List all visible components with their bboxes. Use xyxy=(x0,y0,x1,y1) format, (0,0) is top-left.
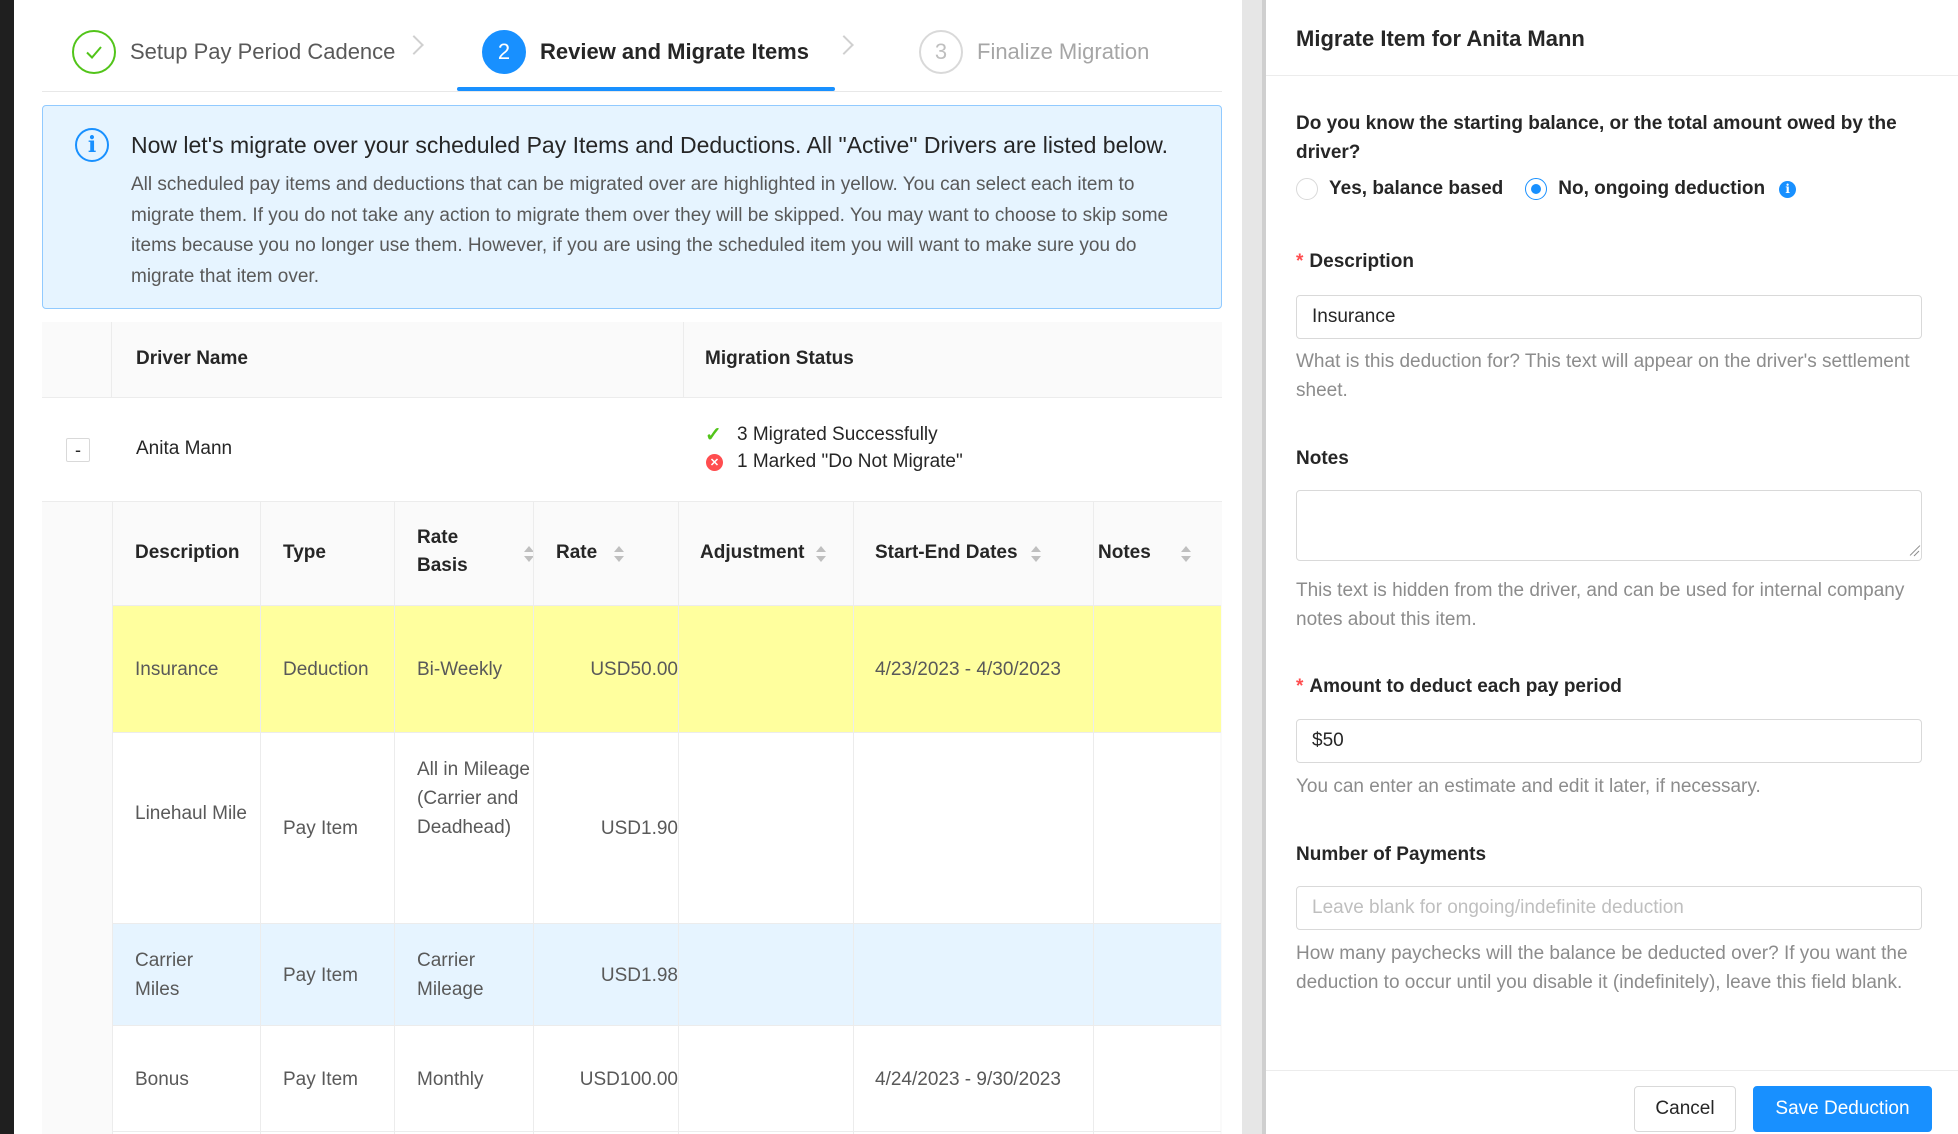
cell-rate-basis: Monthly xyxy=(417,1069,484,1090)
chevron-right-icon xyxy=(404,35,424,55)
info-circle-icon[interactable]: i xyxy=(1779,180,1797,198)
cell-rate: USD1.90 xyxy=(600,818,678,839)
alert-body: All scheduled pay items and deductions t… xyxy=(131,174,1169,287)
sort-icon[interactable] xyxy=(614,546,624,564)
step-number: 3 xyxy=(919,30,963,74)
balance-question: Do you know the starting balance, or the… xyxy=(1296,113,1897,163)
check-icon xyxy=(72,30,116,74)
driver-name: Anita Mann xyxy=(136,438,233,459)
info-circle-icon: i xyxy=(75,128,109,162)
cell-type: Pay Item xyxy=(283,965,358,986)
info-alert: i Now let's migrate over your scheduled … xyxy=(42,105,1222,309)
cell-rate: USD100.00 xyxy=(579,1069,678,1090)
description-input[interactable] xyxy=(1296,295,1922,339)
table-row[interactable]: - Anita Mann ✓ 3 Migrated Successfully ✕… xyxy=(42,398,1222,502)
payments-label: Number of Payments xyxy=(1296,844,1487,865)
resize-handle-icon[interactable] xyxy=(1908,545,1920,557)
balance-type-radio-group: Yes, balance based No, ongoing deduction… xyxy=(1296,175,1797,203)
items-table: Description Type Rate Basis Rate Adjustm… xyxy=(112,502,1221,1134)
radio-ongoing-deduction[interactable] xyxy=(1525,178,1548,200)
cell-rate: USD1.98 xyxy=(600,965,678,986)
drawer-header: Migrate Item for Anita Mann xyxy=(1266,0,1958,76)
column-migration-status: Migration Status xyxy=(705,348,854,369)
status-do-not-migrate: ✕ 1 Marked "Do Not Migrate" xyxy=(705,451,963,473)
save-deduction-button[interactable]: Save Deduction xyxy=(1753,1086,1932,1132)
description-label: * Description xyxy=(1296,251,1414,272)
radio-balance-based[interactable] xyxy=(1296,178,1318,200)
status-text: 1 Marked "Do Not Migrate" xyxy=(737,451,963,472)
drivers-table: Driver Name Migration Status - Anita Man… xyxy=(42,322,1222,1134)
column-rate-basis[interactable]: Rate Basis xyxy=(417,524,497,580)
column-driver-name: Driver Name xyxy=(136,348,248,369)
status-migrated: ✓ 3 Migrated Successfully xyxy=(705,422,938,447)
payments-help: How many paychecks will the balance be d… xyxy=(1296,943,1908,993)
step-review-migrate[interactable]: 2 Review and Migrate Items xyxy=(482,30,809,74)
cell-rate-basis: Carrier Mileage xyxy=(417,950,484,1000)
cell-rate-basis: All in Mileage (Carrier and Deadhead) xyxy=(417,759,530,838)
cell-type: Pay Item xyxy=(283,1069,358,1090)
chevron-right-icon xyxy=(834,35,854,55)
payments-input[interactable] xyxy=(1296,886,1922,930)
page-scrollbar[interactable] xyxy=(1242,0,1262,1134)
column-adjustment[interactable]: Adjustment xyxy=(700,539,805,567)
status-text: 3 Migrated Successfully xyxy=(737,423,938,445)
notes-textarea[interactable] xyxy=(1296,490,1922,561)
column-notes[interactable]: Notes xyxy=(1098,539,1151,567)
drawer-footer: Cancel Save Deduction xyxy=(1266,1070,1958,1134)
migration-wizard: Setup Pay Period Cadence 2 Review and Mi… xyxy=(14,0,1242,1134)
sort-icon[interactable] xyxy=(816,546,826,564)
step-finalize[interactable]: 3 Finalize Migration xyxy=(919,30,1149,74)
drawer-title: Migrate Item for Anita Mann xyxy=(1296,26,1585,51)
column-rate[interactable]: Rate xyxy=(556,539,597,567)
migrate-item-drawer: Migrate Item for Anita Mann Do you know … xyxy=(1266,0,1958,1134)
table-row[interactable]: Carrier Miles Pay Item Carrier Mileage U… xyxy=(113,924,1221,1026)
cell-type: Pay Item xyxy=(283,818,358,839)
cell-description: Carrier Miles xyxy=(135,950,194,1000)
table-row[interactable]: Bonus Pay Item Monthly USD100.00 4/24/20… xyxy=(113,1026,1221,1132)
description-help: What is this deduction for? This text wi… xyxy=(1296,351,1910,401)
amount-label: * Amount to deduct each pay period xyxy=(1296,676,1622,697)
amount-input[interactable] xyxy=(1296,719,1922,763)
sort-icon[interactable] xyxy=(1181,546,1191,564)
notes-help: This text is hidden from the driver, and… xyxy=(1296,580,1905,630)
step-setup-pay-period[interactable]: Setup Pay Period Cadence xyxy=(72,30,395,74)
radio-label[interactable]: Yes, balance based xyxy=(1329,178,1503,200)
steps-bar: Setup Pay Period Cadence 2 Review and Mi… xyxy=(42,0,1222,92)
step-title: Setup Pay Period Cadence xyxy=(130,39,396,64)
column-dates[interactable]: Start-End Dates xyxy=(875,539,1018,567)
cell-dates: 4/24/2023 - 9/30/2023 xyxy=(875,1069,1061,1090)
radio-label[interactable]: No, ongoing deduction xyxy=(1558,178,1765,200)
items-table-wrapper: Description Type Rate Basis Rate Adjustm… xyxy=(42,502,1222,1134)
table-header: Driver Name Migration Status xyxy=(42,322,1222,398)
items-table-header: Description Type Rate Basis Rate Adjustm… xyxy=(113,502,1221,606)
cancel-button[interactable]: Cancel xyxy=(1634,1086,1736,1132)
cell-type: Deduction xyxy=(283,659,369,680)
table-row[interactable]: Insurance Deduction Bi-Weekly USD50.00 4… xyxy=(113,606,1221,733)
check-icon: ✓ xyxy=(705,424,722,446)
cell-rate-basis: Bi-Weekly xyxy=(417,659,503,680)
cell-rate: USD50.00 xyxy=(590,659,678,680)
collapse-row-button[interactable]: - xyxy=(66,438,90,462)
column-type: Type xyxy=(283,542,326,563)
cell-description: Bonus xyxy=(135,1069,189,1090)
column-description: Description xyxy=(135,542,240,563)
notes-label: Notes xyxy=(1296,448,1349,469)
alert-title: Now let's migrate over your scheduled Pa… xyxy=(131,132,1169,158)
active-step-indicator xyxy=(457,87,835,91)
cell-dates: 4/23/2023 - 4/30/2023 xyxy=(875,659,1061,680)
sort-icon[interactable] xyxy=(1031,546,1041,564)
close-circle-icon: ✕ xyxy=(706,453,723,471)
step-title: Finalize Migration xyxy=(977,39,1150,64)
step-number: 2 xyxy=(482,30,526,74)
step-title: Review and Migrate Items xyxy=(540,39,809,64)
cell-description: Linehaul Mile xyxy=(135,803,247,824)
table-row[interactable]: Linehaul Mile Pay Item All in Mileage (C… xyxy=(113,733,1221,924)
cell-description: Insurance xyxy=(135,659,219,680)
amount-help: You can enter an estimate and edit it la… xyxy=(1296,776,1761,797)
